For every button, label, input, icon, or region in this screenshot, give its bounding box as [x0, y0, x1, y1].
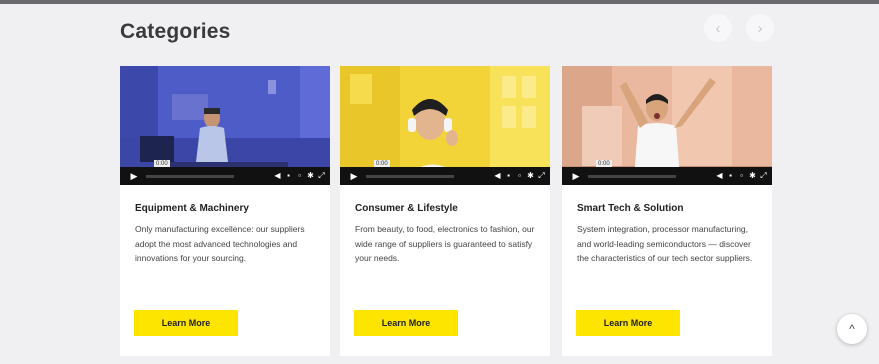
category-card-smart-tech: 0:00 ▶ ◀ ▪ ▫ ✱ ⤢ Smart Tech & Solution S…: [562, 66, 772, 356]
learn-more-button[interactable]: Learn More: [354, 310, 458, 336]
scroll-to-top-button[interactable]: ^: [837, 314, 867, 344]
settings-icon[interactable]: ✱: [307, 171, 314, 181]
picture-in-picture-icon[interactable]: ▫: [296, 171, 303, 181]
section-title: Categories: [120, 20, 231, 43]
card-description: From beauty, to food, electronics to fas…: [355, 224, 535, 263]
volume-icon[interactable]: ◀: [716, 171, 723, 181]
volume-icon[interactable]: ◀: [274, 171, 281, 181]
volume-icon[interactable]: ◀: [494, 171, 501, 181]
card-description: Only manufacturing excellence: our suppl…: [135, 224, 305, 263]
card-title: Smart Tech & Solution: [577, 203, 684, 214]
video-controls: ▶ ◀ ▪ ▫ ✱ ⤢: [562, 167, 772, 185]
video-progress-bar[interactable]: [588, 174, 676, 178]
video-progress-bar[interactable]: [146, 174, 234, 178]
settings-icon[interactable]: ✱: [749, 171, 756, 181]
captions-icon[interactable]: ▪: [285, 171, 292, 181]
play-icon[interactable]: ▶: [126, 169, 142, 183]
fullscreen-icon[interactable]: ⤢: [538, 171, 545, 181]
picture-in-picture-icon[interactable]: ▫: [516, 171, 523, 181]
captions-icon[interactable]: ▪: [505, 171, 512, 181]
play-icon[interactable]: ▶: [568, 169, 584, 183]
learn-more-button[interactable]: Learn More: [134, 310, 238, 336]
video-controls: ▶ ◀ ▪ ▫ ✱ ⤢: [340, 167, 550, 185]
settings-icon[interactable]: ✱: [527, 171, 534, 181]
category-video-consumer[interactable]: 0:00 ▶ ◀ ▪ ▫ ✱ ⤢: [340, 66, 550, 185]
category-video-smart-tech[interactable]: 0:00 ▶ ◀ ▪ ▫ ✱ ⤢: [562, 66, 772, 185]
card-title: Equipment & Machinery: [135, 203, 249, 214]
captions-icon[interactable]: ▪: [727, 171, 734, 181]
top-divider: [0, 0, 879, 4]
category-card-consumer: 0:00 ▶ ◀ ▪ ▫ ✱ ⤢ Consumer & Lifestyle Fr…: [340, 66, 550, 356]
picture-in-picture-icon[interactable]: ▫: [738, 171, 745, 181]
card-title: Consumer & Lifestyle: [355, 203, 458, 214]
carousel-prev-button[interactable]: ‹: [704, 14, 732, 42]
category-video-equipment[interactable]: 0:00 ▶ ◀ ▪ ▫ ✱ ⤢: [120, 66, 330, 185]
video-controls: ▶ ◀ ▪ ▫ ✱ ⤢: [120, 167, 330, 185]
carousel-next-button[interactable]: ›: [746, 14, 774, 42]
chevron-up-icon: ^: [849, 322, 855, 336]
card-description: System integration, processor manufactur…: [577, 224, 753, 263]
learn-more-button[interactable]: Learn More: [576, 310, 680, 336]
fullscreen-icon[interactable]: ⤢: [318, 171, 325, 181]
fullscreen-icon[interactable]: ⤢: [760, 171, 767, 181]
chevron-right-icon: ›: [757, 19, 763, 37]
play-icon[interactable]: ▶: [346, 169, 362, 183]
chevron-left-icon: ‹: [715, 19, 721, 37]
category-card-equipment: 0:00 ▶ ◀ ▪ ▫ ✱ ⤢ Equipment & Machinery O…: [120, 66, 330, 356]
video-progress-bar[interactable]: [366, 174, 454, 178]
